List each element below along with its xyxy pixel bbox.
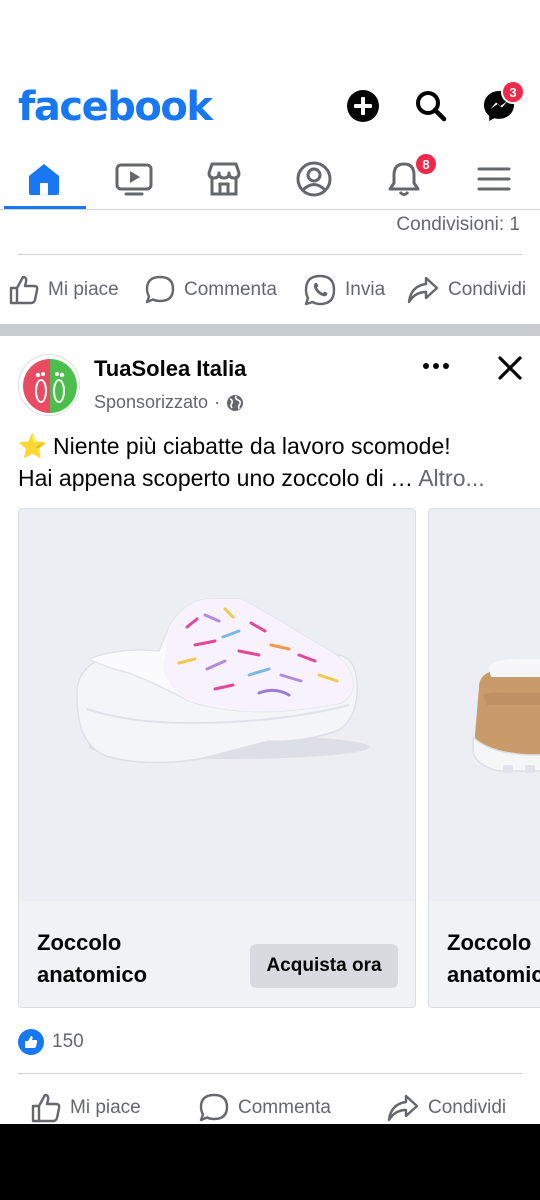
separator-dot: ·	[214, 392, 221, 412]
plus-circle-icon	[347, 90, 379, 122]
thumbs-up-fill-icon	[25, 1036, 38, 1048]
whatsapp-icon	[304, 274, 336, 306]
see-more-link[interactable]: Altro...	[418, 465, 484, 491]
card-footer: Zoccolo anatomico	[429, 901, 540, 1007]
like-reaction-icon	[18, 1029, 44, 1055]
clog-product-image	[429, 509, 540, 901]
active-tab-indicator	[4, 206, 86, 209]
tab-notifications[interactable]: 8	[372, 152, 438, 204]
search-icon	[416, 91, 447, 122]
search-button[interactable]	[413, 88, 449, 124]
send-label: Invia	[345, 279, 386, 300]
post-snippet: Hai appena scoperto uno zoccolo di …	[18, 465, 414, 491]
notifications-badge: 8	[414, 152, 438, 176]
marketplace-icon	[207, 162, 241, 196]
previous-post-actions: Mi piace Commenta Invia Condividi	[0, 268, 540, 312]
tab-profile[interactable]	[282, 154, 346, 204]
comment-label: Commenta	[184, 279, 277, 300]
tab-video[interactable]	[102, 154, 166, 204]
page-name[interactable]: TuaSolea Italia	[94, 356, 246, 382]
share-label: Condividi	[428, 1097, 507, 1118]
more-horizontal-icon	[423, 363, 449, 369]
like-button[interactable]: Mi piace	[8, 268, 119, 312]
share-icon	[387, 1094, 419, 1122]
product-image[interactable]	[19, 509, 415, 901]
shop-now-button[interactable]: Acquista ora	[250, 944, 398, 988]
like-label: Mi piace	[70, 1097, 141, 1118]
facebook-logo[interactable]: facebook	[18, 84, 213, 130]
post-header: TuaSolea Italia Sponsorizzato ·	[0, 336, 540, 428]
sponsored-line: Sponsorizzato ·	[94, 392, 244, 413]
messenger-badge: 3	[501, 80, 525, 104]
comment-icon	[145, 275, 175, 304]
menu-icon	[477, 167, 511, 191]
sponsored-label[interactable]: Sponsorizzato	[94, 392, 208, 413]
star-emoji: ⭐	[18, 433, 47, 459]
thumbs-up-icon	[31, 1093, 61, 1123]
like-label: Mi piace	[48, 279, 119, 300]
post-text-line-2: Hai appena scoperto uno zoccolo di … Alt…	[18, 462, 528, 494]
messenger-button[interactable]: 3	[481, 80, 525, 124]
post-text: ⭐ Niente più ciabatte da lavoro scomode!…	[18, 430, 528, 494]
status-bar-area	[0, 0, 540, 78]
product-title[interactable]: Zoccolo anatomico	[447, 927, 540, 991]
tab-marketplace[interactable]	[192, 154, 256, 204]
share-button[interactable]: Condividi	[406, 268, 526, 312]
feed-separator	[0, 324, 540, 336]
reaction-count: 150	[52, 1031, 84, 1052]
video-icon	[115, 163, 153, 196]
reaction-summary[interactable]: 150	[18, 1028, 84, 1056]
clog-product-image	[19, 509, 415, 901]
comment-label: Commenta	[238, 1097, 331, 1118]
send-button[interactable]: Invia	[303, 268, 385, 312]
thumbs-up-icon	[9, 275, 39, 305]
profile-icon	[296, 161, 332, 197]
carousel-card[interactable]: Zoccolo anatomico Acquista ora	[18, 508, 416, 1008]
product-title[interactable]: Zoccolo anatomico	[37, 927, 237, 991]
divider	[18, 1073, 522, 1074]
feet-logo-icon	[19, 355, 79, 415]
home-icon	[29, 164, 59, 195]
divider	[18, 254, 522, 255]
carousel-card[interactable]: Zoccolo anatomico	[428, 508, 540, 1008]
main-nav: 8	[0, 148, 540, 210]
comment-button[interactable]: Commenta	[144, 268, 277, 312]
more-options-button[interactable]	[418, 354, 454, 378]
product-carousel[interactable]: Zoccolo anatomico Acquista ora Zoccolo a…	[18, 508, 540, 1008]
tab-home[interactable]	[12, 154, 76, 204]
post-text-line-1: ⭐ Niente più ciabatte da lavoro scomode!	[18, 430, 528, 462]
comment-icon	[199, 1093, 229, 1122]
page-avatar[interactable]	[18, 354, 80, 416]
top-bar: facebook 3	[0, 78, 540, 138]
create-post-button[interactable]	[345, 88, 381, 124]
product-image[interactable]	[429, 509, 540, 901]
shares-count[interactable]: Condivisioni: 1	[396, 214, 520, 236]
share-label: Condividi	[448, 279, 527, 300]
system-navigation-bar	[0, 1124, 540, 1200]
share-icon	[407, 276, 439, 304]
tab-menu[interactable]	[462, 154, 526, 204]
globe-icon	[227, 394, 244, 411]
close-icon	[498, 356, 522, 380]
hide-post-button[interactable]	[494, 352, 526, 384]
post-headline: Niente più ciabatte da lavoro scomode!	[53, 433, 451, 459]
card-footer: Zoccolo anatomico Acquista ora	[19, 901, 415, 1007]
